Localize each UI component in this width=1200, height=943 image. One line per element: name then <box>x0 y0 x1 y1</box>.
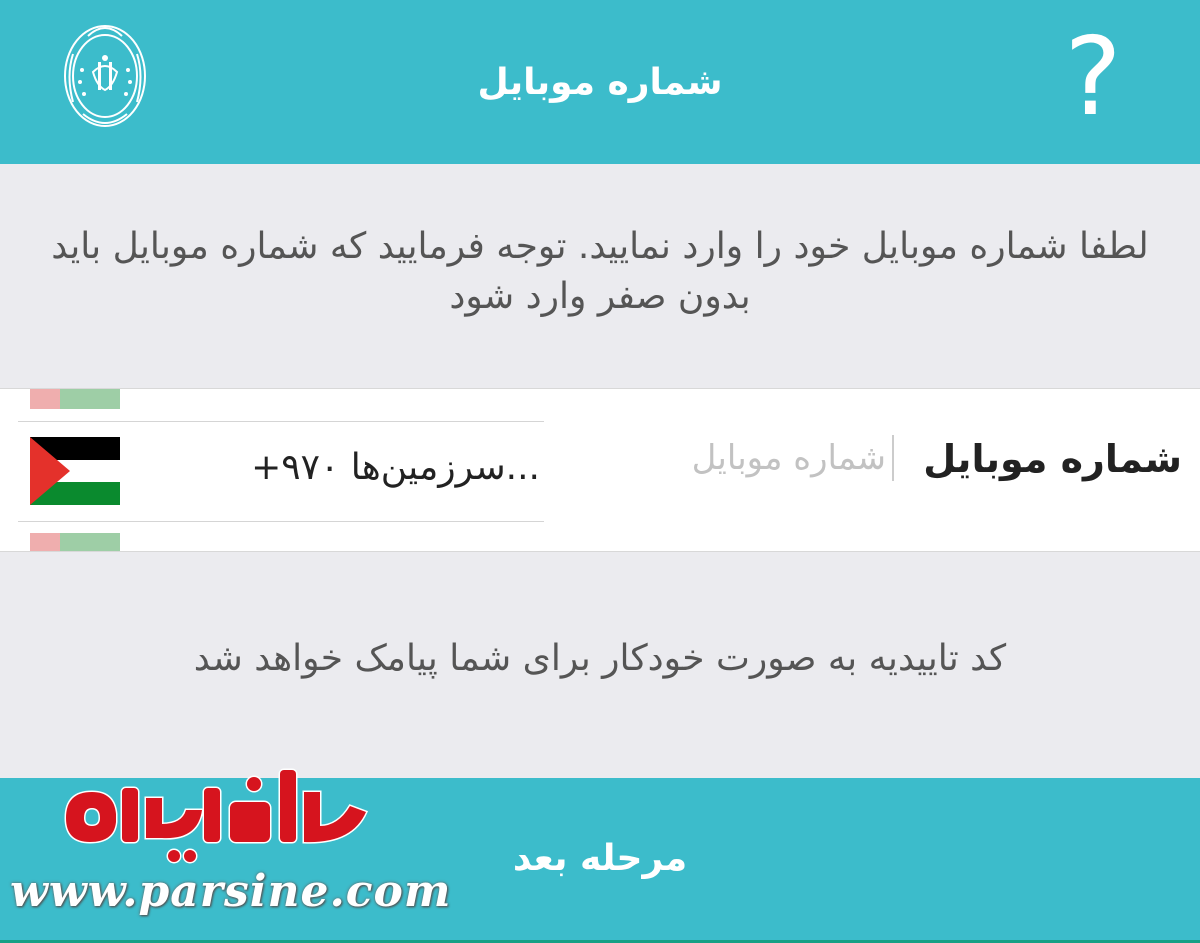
previous-country-flag-icon <box>30 389 120 409</box>
page-title: شماره موبایل <box>477 62 723 103</box>
picker-divider-bottom <box>18 521 544 522</box>
selected-country-code: +۹۷۰ سرزمین‌ها... <box>251 447 540 488</box>
watermark-url: www.parsine.com <box>10 866 452 917</box>
next-country-flag-icon <box>30 533 120 551</box>
phone-number-label: شماره موبایل <box>923 437 1182 481</box>
help-button[interactable]: ? <box>1058 18 1128 138</box>
phone-entry-row: +۹۷۰ سرزمین‌ها... شماره موبایل <box>0 388 1200 552</box>
instruction-text: لطفا شماره موبایل خود را وارد نمایید. تو… <box>51 226 1149 317</box>
phone-number-input[interactable] <box>588 435 894 481</box>
next-step-label: مرحله بعد <box>512 838 688 879</box>
parsine-watermark-logo <box>64 768 369 864</box>
country-picker[interactable]: +۹۷۰ سرزمین‌ها... <box>18 389 544 551</box>
picker-divider-top <box>18 421 544 422</box>
palestine-flag-icon <box>30 437 120 505</box>
sms-verification-note: کد تاییدیه به صورت خودکار برای شما پیامک… <box>193 638 1007 679</box>
app-header: شماره موبایل ? <box>0 0 1200 164</box>
